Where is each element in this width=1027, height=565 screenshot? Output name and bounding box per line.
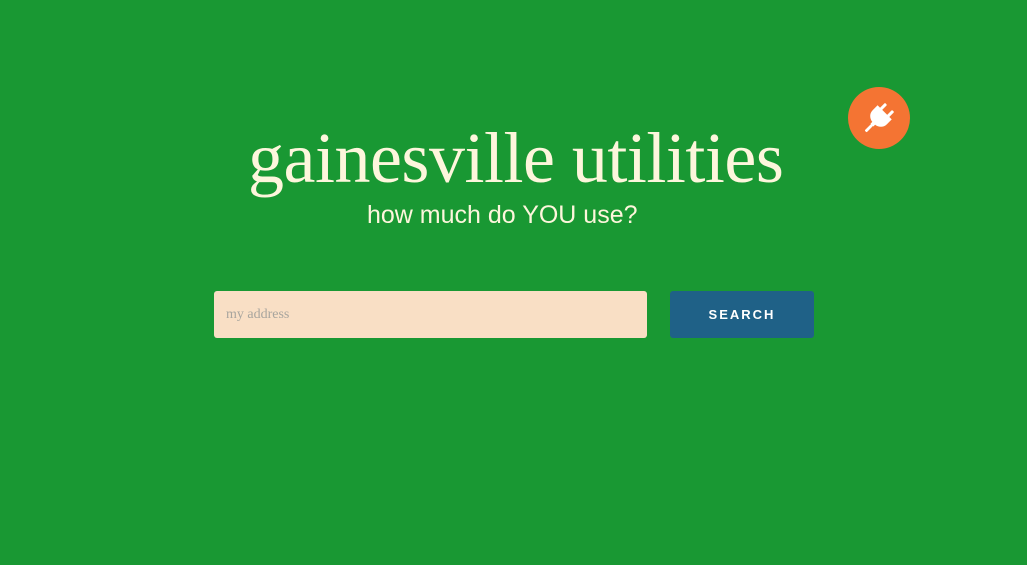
- page-subtitle: how much do YOU use?: [367, 201, 638, 229]
- plug-badge: [848, 87, 910, 149]
- search-button[interactable]: SEARCH: [670, 291, 814, 338]
- plug-icon: [864, 103, 894, 133]
- address-search-input[interactable]: [214, 291, 647, 338]
- page-title: gainesville utilities: [248, 118, 784, 198]
